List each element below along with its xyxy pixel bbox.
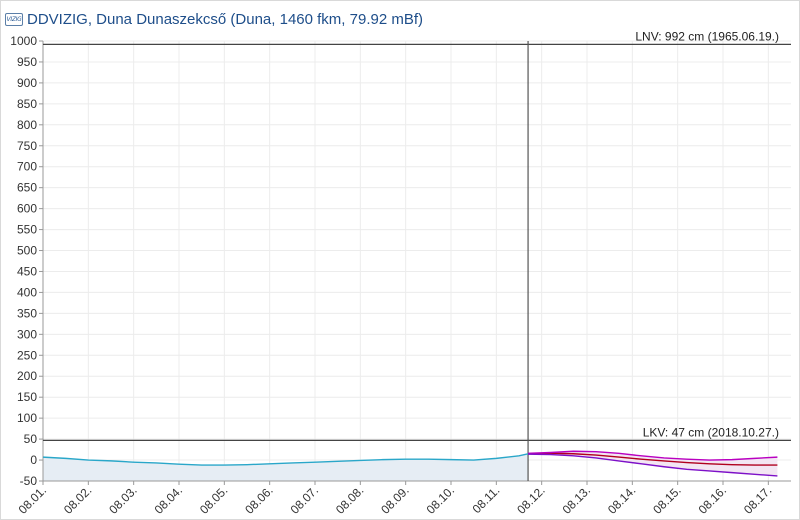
- y-tick-label: 100: [17, 411, 37, 425]
- x-tick-label: 08.17.: [741, 483, 774, 516]
- x-tick-label: 08.01.: [16, 483, 49, 516]
- area-fill: [43, 451, 778, 481]
- x-tick-label: 08.05.: [197, 483, 230, 516]
- y-tick-label: 900: [17, 76, 37, 90]
- reference-label: LNV: 992 cm (1965.06.19.): [635, 29, 779, 43]
- y-tick-label: 0: [30, 453, 37, 467]
- y-tick-label: 850: [17, 97, 37, 111]
- reference-label: LKV: 47 cm (2018.10.27.): [643, 425, 779, 439]
- x-tick-label: 08.16.: [696, 483, 729, 516]
- y-tick-label: 200: [17, 369, 37, 383]
- y-tick-label: 1000: [10, 34, 37, 48]
- grid: [42, 40, 791, 482]
- chart-frame: VIZIG DDVIZIG, Duna Dunaszekcső (Duna, 1…: [0, 0, 800, 520]
- x-tick-label: 08.14.: [605, 483, 638, 516]
- x-tick-label: 08.03.: [106, 483, 139, 516]
- x-tick-label: 08.02.: [61, 483, 94, 516]
- y-tick-label: 500: [17, 244, 37, 258]
- y-tick-label: 950: [17, 55, 37, 69]
- measured-area: [43, 453, 529, 481]
- x-tick-label: 08.07.: [288, 483, 321, 516]
- y-tick-label: 450: [17, 264, 37, 278]
- x-tick-label: 08.10.: [424, 483, 457, 516]
- y-tick-label: 150: [17, 390, 37, 404]
- y-tick-label: 650: [17, 181, 37, 195]
- x-tick-label: 08.04.: [152, 483, 185, 516]
- y-tick-label: 50: [24, 432, 38, 446]
- x-tick-label: 08.06.: [242, 483, 275, 516]
- x-tick-label: 08.08.: [333, 483, 366, 516]
- y-tick-label: 250: [17, 348, 37, 362]
- y-tick-label: 700: [17, 160, 37, 174]
- tick-labels: 1000950900850800750700650600550500450400…: [10, 34, 774, 517]
- y-tick-label: 300: [17, 327, 37, 341]
- y-tick-label: -50: [20, 474, 38, 488]
- x-tick-label: 08.15.: [650, 483, 683, 516]
- x-tick-label: 08.12.: [514, 483, 547, 516]
- y-tick-label: 750: [17, 139, 37, 153]
- y-tick-label: 600: [17, 202, 37, 216]
- water-level-chart: LNV: 992 cm (1965.06.19.) LKV: 47 cm (201…: [10, 29, 791, 517]
- x-tick-label: 08.11.: [470, 483, 503, 516]
- y-tick-label: 400: [17, 285, 37, 299]
- y-tick-label: 800: [17, 118, 37, 132]
- x-tick-label: 08.13.: [560, 483, 593, 516]
- y-tick-label: 350: [17, 306, 37, 320]
- y-tick-label: 550: [17, 223, 37, 237]
- reference-lines: LNV: 992 cm (1965.06.19.) LKV: 47 cm (201…: [43, 29, 791, 481]
- x-tick-label: 08.09.: [378, 483, 411, 516]
